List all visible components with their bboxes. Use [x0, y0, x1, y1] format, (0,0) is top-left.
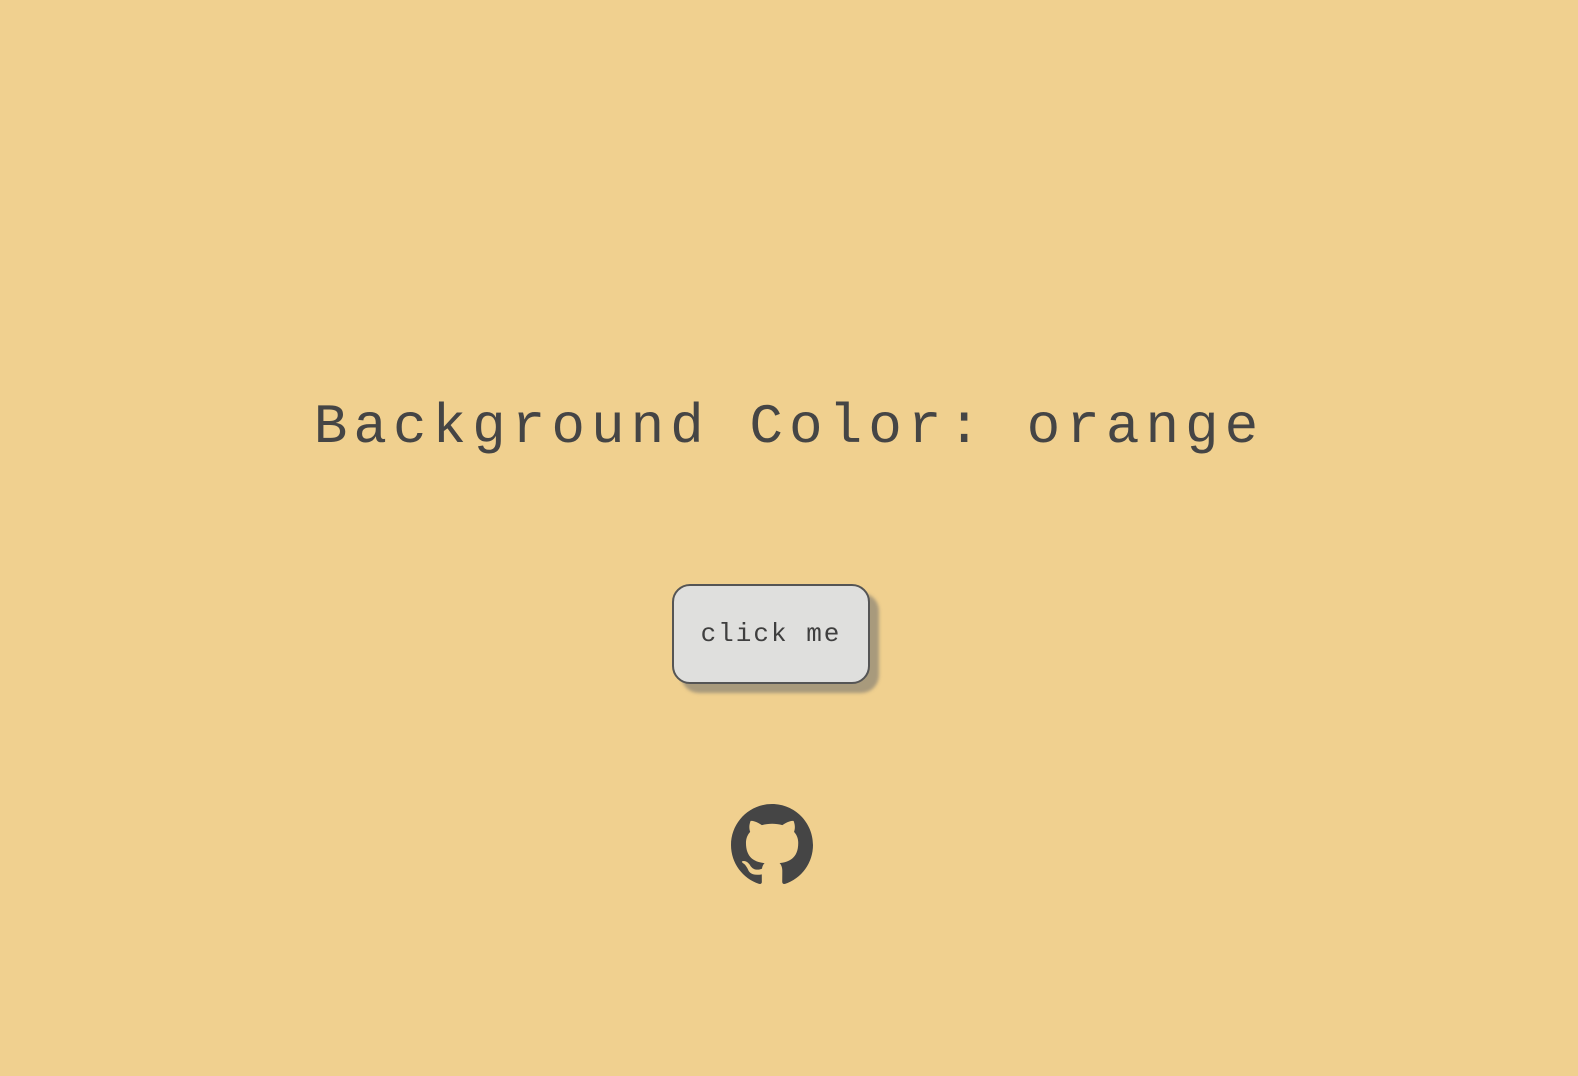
- click-me-button[interactable]: click me: [672, 584, 870, 684]
- github-link[interactable]: [731, 804, 813, 886]
- github-icon: [731, 804, 813, 886]
- background-color-heading: Background Color: orange: [313, 395, 1265, 459]
